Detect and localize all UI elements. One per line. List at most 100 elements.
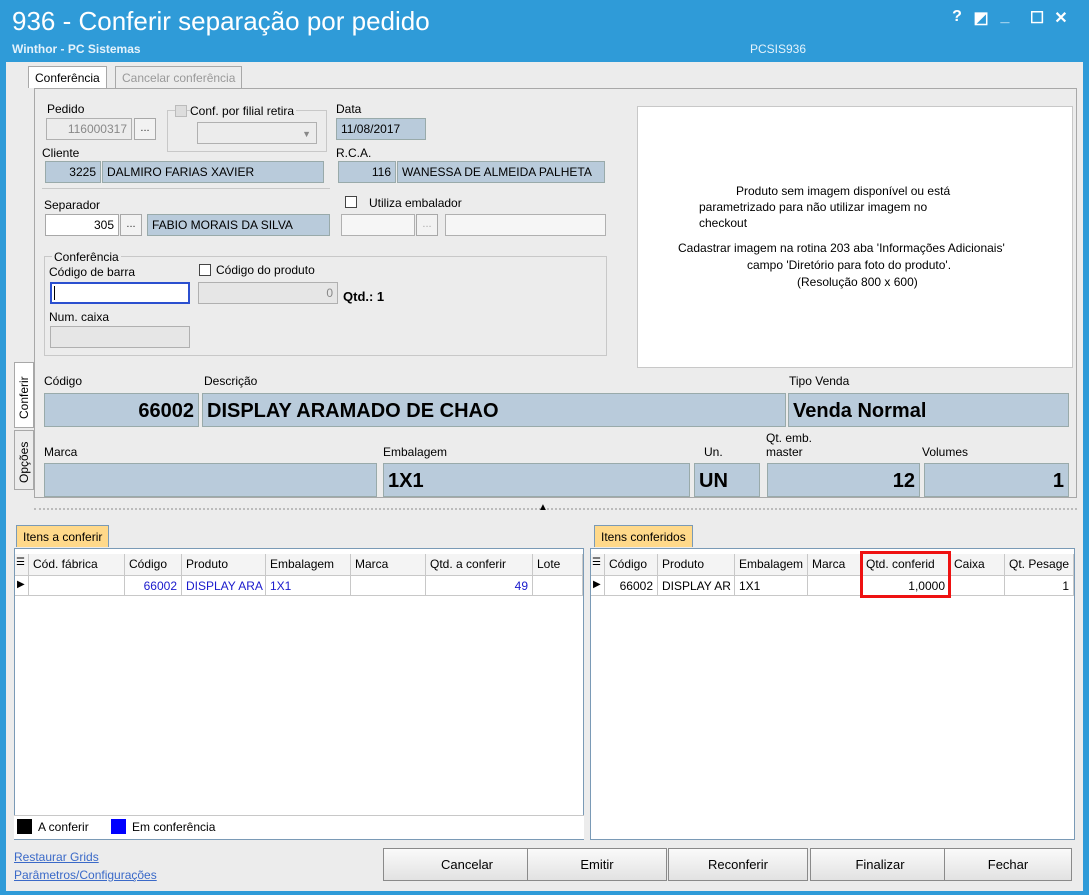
emitir-button[interactable]: Emitir [527, 848, 667, 881]
finalizar-button[interactable]: Finalizar [810, 848, 950, 881]
rcell-0-5[interactable] [950, 576, 1005, 596]
embalador-code [341, 214, 415, 236]
legend-bar [14, 815, 584, 839]
tab-itens-a-conferir[interactable]: Itens a conferir [16, 525, 110, 547]
tab-opcoes[interactable]: Opções [14, 430, 34, 490]
volumes-label: Volumes [922, 445, 969, 459]
splitter[interactable] [34, 508, 1077, 510]
grid-menu-icon[interactable]: ☰ [15, 554, 29, 576]
rcell-0-0[interactable]: 66002 [605, 576, 658, 596]
cancelar-button[interactable]: Cancelar [383, 848, 551, 881]
restore-icon[interactable]: ◩ [972, 8, 990, 28]
rhdr-5[interactable]: Caixa [950, 554, 1005, 576]
rca-name: WANESSA DE ALMEIDA PALHETA [397, 161, 605, 183]
qtmaster-label-1: Qt. emb. [766, 431, 813, 445]
legend-swatch-em-conferencia [111, 819, 126, 834]
conferencia-group-label: Conferência [52, 250, 121, 264]
pedido-label: Pedido [47, 102, 85, 116]
cliente-code: 3225 [45, 161, 101, 183]
rhdr-3[interactable]: Marca [808, 554, 862, 576]
tipo-venda-field: Venda Normal [788, 393, 1069, 427]
rca-code: 116 [338, 161, 396, 183]
codigo-field: 66002 [44, 393, 199, 427]
tab-conferir[interactable]: Conferir [14, 362, 34, 428]
help-icon[interactable]: ? [948, 8, 966, 26]
embalador-name [445, 214, 606, 236]
pedido-field[interactable]: 116000317 [46, 118, 132, 140]
rhdr-6[interactable]: Qt. Pesage [1005, 554, 1074, 576]
separador-search-button[interactable]: ... [120, 214, 142, 236]
restaurar-grids-link[interactable]: Restaurar Grids [14, 850, 99, 864]
lcell-0-5[interactable]: 49 [426, 576, 533, 596]
separador-label: Separador [44, 198, 101, 212]
barcode-input[interactable] [50, 282, 190, 304]
parametros-link[interactable]: Parâmetros/Configurações [14, 868, 157, 882]
minimize-icon[interactable]: _ [996, 8, 1014, 26]
lhdr-4[interactable]: Marca [351, 554, 426, 576]
rhdr-2[interactable]: Embalagem [735, 554, 808, 576]
image-msg-line6: (Resolução 800 x 600) [797, 275, 918, 289]
text-cursor [54, 286, 55, 300]
rhdr-0[interactable]: Código [605, 554, 658, 576]
lhdr-1[interactable]: Código [125, 554, 182, 576]
rhdr-1[interactable]: Produto [658, 554, 735, 576]
lhdr-3[interactable]: Embalagem [266, 554, 351, 576]
marca-label: Marca [44, 445, 78, 459]
volumes-field: 1 [924, 463, 1069, 497]
image-msg-line1: Produto sem imagem disponível ou está [736, 184, 951, 198]
rcell-0-3[interactable] [808, 576, 862, 596]
un-label: Un. [704, 445, 723, 459]
lhdr-5[interactable]: Qtd. a conferir [426, 554, 533, 576]
rcell-0-1[interactable]: DISPLAY AR [658, 576, 735, 596]
un-field: UN [694, 463, 760, 497]
embalador-checkbox[interactable] [345, 196, 357, 208]
caixa-input[interactable] [50, 326, 190, 348]
close-icon[interactable]: ✕ [1052, 8, 1070, 28]
rcell-0-6[interactable]: 1 [1005, 576, 1074, 596]
window-subtitle: Winthor - PC Sistemas [12, 42, 141, 56]
qtd-label: Qtd.: 1 [343, 289, 385, 304]
legend-swatch-a-conferir [17, 819, 32, 834]
pedido-search-button[interactable]: ... [134, 118, 156, 140]
filial-select[interactable]: ▼ [197, 122, 317, 144]
embalagem-label: Embalagem [383, 445, 448, 459]
codprod-input[interactable]: 0 [198, 282, 338, 304]
lhdr-6[interactable]: Lote [533, 554, 583, 576]
lcell-0-1[interactable]: 66002 [125, 576, 182, 596]
reconferir-button[interactable]: Reconferir [668, 848, 808, 881]
embalador-label: Utiliza embalador [369, 196, 462, 210]
codprod-label: Código do produto [216, 263, 315, 277]
lcell-0-3[interactable]: 1X1 [266, 576, 351, 596]
separador-name: FABIO MORAIS DA SILVA [147, 214, 330, 236]
tab-conferencia[interactable]: Conferência [28, 66, 107, 88]
chevron-up-icon[interactable]: ▲ [538, 502, 548, 513]
caixa-label: Num. caixa [49, 310, 110, 324]
embalador-search-button[interactable]: ... [416, 214, 438, 236]
lhdr-0[interactable]: Cód. fábrica [29, 554, 125, 576]
row-pointer-icon: ▶ [15, 576, 29, 596]
tipo-venda-label: Tipo Venda [789, 374, 850, 388]
filial-checkbox[interactable] [175, 105, 187, 117]
marca-field [44, 463, 377, 497]
barcode-label: Código de barra [49, 265, 136, 279]
tab-cancelar-conferencia[interactable]: Cancelar conferência [115, 66, 243, 88]
lcell-0-2[interactable]: DISPLAY ARA [182, 576, 266, 596]
fechar-button[interactable]: Fechar [944, 848, 1072, 881]
qtmaster-label-2: master [766, 445, 803, 459]
row-pointer-icon: ▶ [591, 576, 605, 596]
codprod-checkbox[interactable] [199, 264, 211, 276]
maximize-icon[interactable]: ☐ [1028, 8, 1046, 28]
separador-code[interactable]: 305 [45, 214, 119, 236]
tab-itens-conferidos[interactable]: Itens conferidos [594, 525, 693, 547]
image-msg-line4: Cadastrar imagem na rotina 203 aba 'Info… [678, 241, 1005, 255]
lhdr-2[interactable]: Produto [182, 554, 266, 576]
lcell-0-4[interactable] [351, 576, 426, 596]
window-title: 936 - Conferir separação por pedido [12, 6, 430, 36]
descricao-field: DISPLAY ARAMADO DE CHAO [202, 393, 786, 427]
rcell-0-2[interactable]: 1X1 [735, 576, 808, 596]
lcell-0-6[interactable] [533, 576, 583, 596]
grid-menu-icon[interactable]: ☰ [591, 554, 605, 576]
routine-code: PCSIS936 [750, 42, 807, 56]
lcell-0-0[interactable] [29, 576, 125, 596]
codigo-label: Código [44, 374, 83, 388]
